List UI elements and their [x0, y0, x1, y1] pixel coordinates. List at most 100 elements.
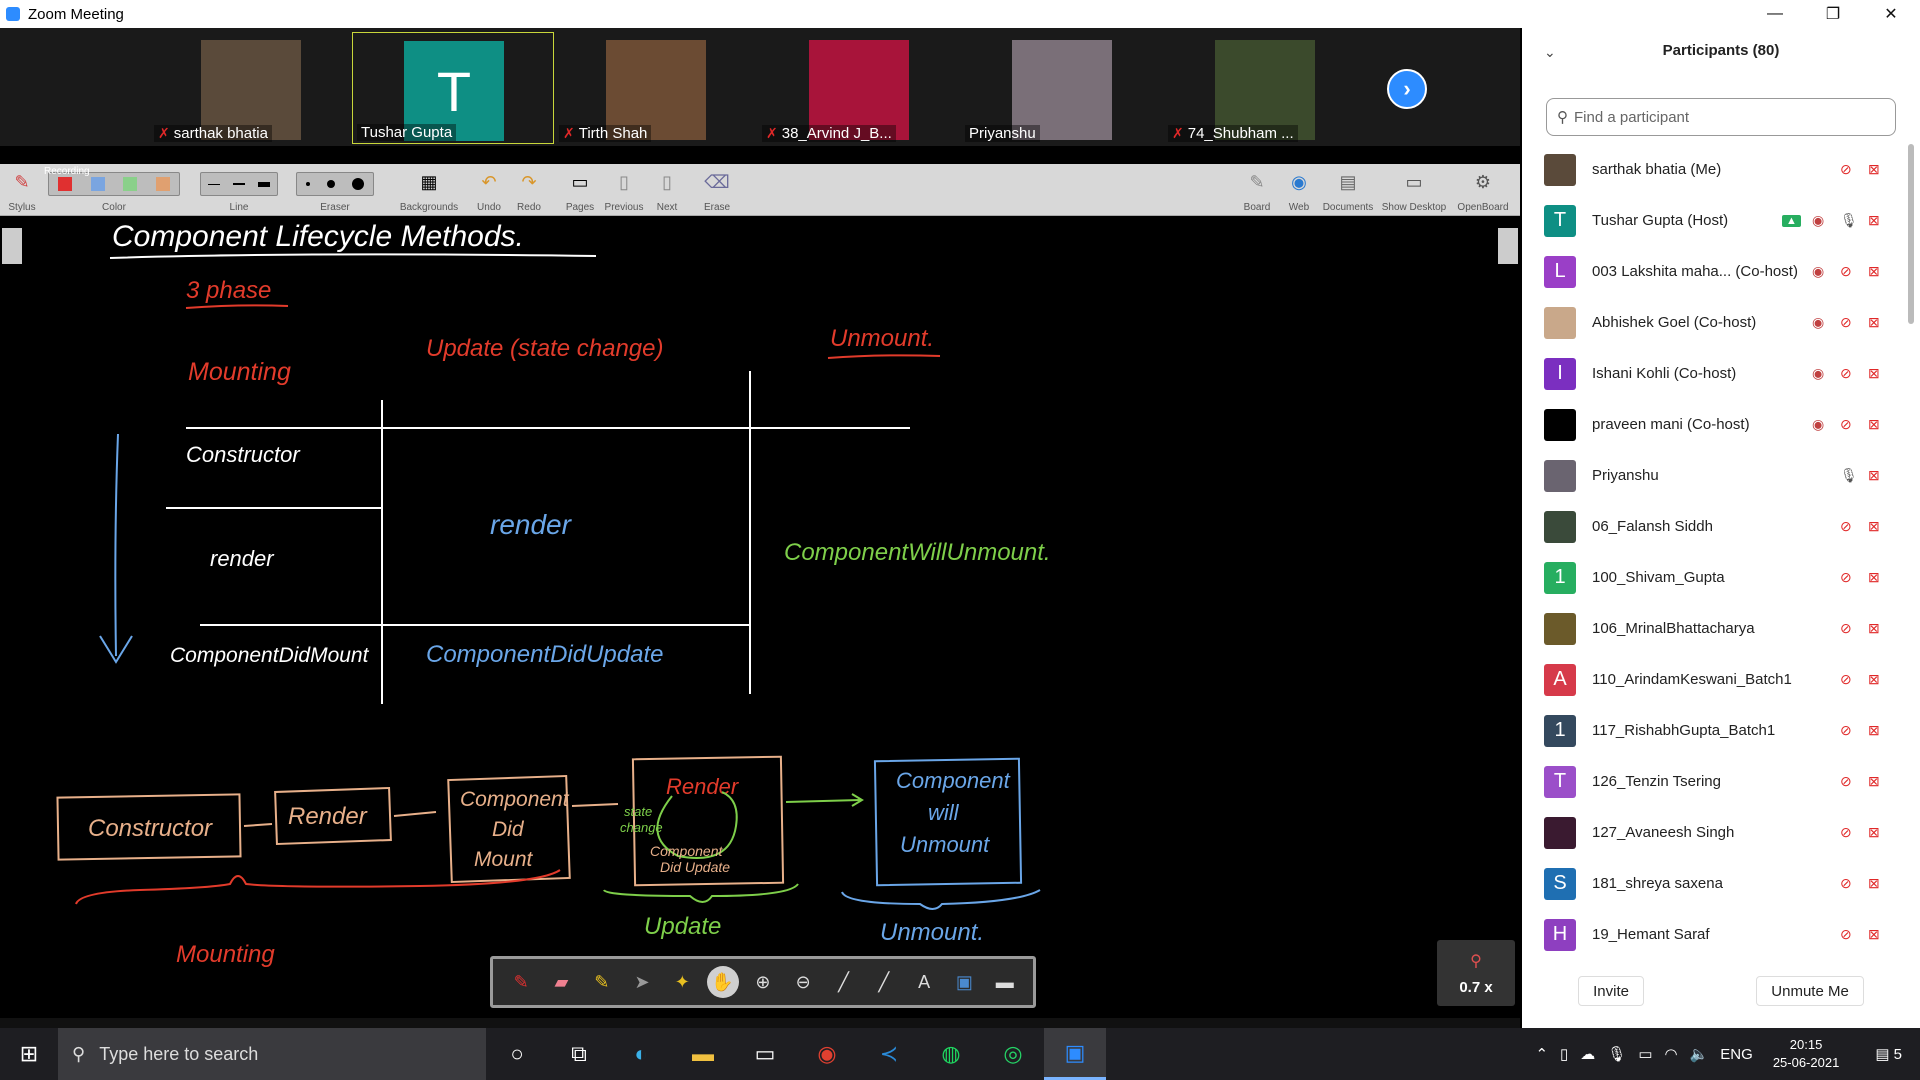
taskbar-search-box[interactable]: ⚲ Type here to search [58, 1028, 486, 1080]
spotify-icon[interactable]: ◍ [920, 1028, 982, 1080]
participant-row[interactable]: sarthak bhatia (Me) ⊘ ⊠ [1522, 144, 1902, 195]
participant-row[interactable]: T 126_Tenzin Tsering ⊘ ⊠ [1522, 756, 1902, 807]
eraser-large[interactable] [352, 178, 365, 190]
mic-muted-icon[interactable]: ⊘ [1840, 569, 1852, 586]
participant-row[interactable]: H 19_Hemant Saraf ⊘ ⊠ [1522, 909, 1902, 960]
mic-icon[interactable]: 🎙 [1840, 212, 1858, 229]
show-desktop-button[interactable]: ▭ Show Desktop [1380, 164, 1448, 216]
video-tile[interactable]: ✗ sarthak bhatia [150, 32, 352, 144]
mic-muted-icon[interactable]: ⊘ [1840, 620, 1852, 637]
mic-tray-icon[interactable]: 🎙 [1607, 1045, 1626, 1063]
pointer-icon[interactable]: ➤ [626, 966, 658, 998]
mic-muted-icon[interactable]: ⊘ [1840, 416, 1852, 433]
video-tile[interactable]: ✗ 38_Arvind J_B... [758, 32, 960, 144]
pages-button[interactable]: ▭ Pages [562, 164, 598, 216]
unmute-me-button[interactable]: Unmute Me [1756, 976, 1864, 1006]
participant-row[interactable]: Abhishek Goel (Co-host) ◉ ⊘ ⊠ [1522, 297, 1902, 348]
openboard-button[interactable]: ⚙ OpenBoard [1450, 164, 1516, 216]
zoom-out-icon[interactable]: ⊖ [787, 966, 819, 998]
mic-muted-icon[interactable]: ⊘ [1840, 365, 1852, 382]
tray-device-icon[interactable]: ▯ [1560, 1045, 1568, 1063]
video-off-icon[interactable]: ⊠ [1868, 722, 1880, 739]
video-off-icon[interactable]: ⊠ [1868, 875, 1880, 892]
video-off-icon[interactable]: ⊠ [1868, 314, 1880, 331]
whatsapp-icon[interactable]: ◎ [982, 1028, 1044, 1080]
participant-scrollbar[interactable] [1908, 144, 1914, 324]
line-thin[interactable] [207, 183, 220, 185]
video-off-icon[interactable]: ⊠ [1868, 263, 1880, 280]
participant-row[interactable]: Priyanshu 🎙 ⊠ [1522, 450, 1902, 501]
participant-row[interactable]: 106_MrinalBhattacharya ⊘ ⊠ [1522, 603, 1902, 654]
next-button[interactable]: ▯ Next [650, 164, 684, 216]
cortana-icon[interactable]: ○ [486, 1028, 548, 1080]
eraser-medium[interactable] [326, 180, 335, 188]
participant-row[interactable]: 1 117_RishabhGupta_Batch1 ⊘ ⊠ [1522, 705, 1902, 756]
keyboard-icon[interactable]: ▬ [989, 966, 1021, 998]
battery-icon[interactable]: ▭ [1638, 1045, 1652, 1063]
participant-row[interactable]: A 110_ArindamKeswani_Batch1 ⊘ ⊠ [1522, 654, 1902, 705]
eraser-icon[interactable]: ▰ [545, 966, 577, 998]
mic-muted-icon[interactable]: ⊘ [1840, 263, 1852, 280]
close-button[interactable]: ✕ [1862, 0, 1920, 28]
undo-button[interactable]: ↶ Undo [472, 164, 506, 216]
chrome-icon[interactable]: ◉ [796, 1028, 858, 1080]
mic-muted-icon[interactable]: ⊘ [1840, 875, 1852, 892]
task-view-icon[interactable]: ⧉ [548, 1028, 610, 1080]
vscode-icon[interactable]: ≺ [858, 1028, 920, 1080]
video-tile[interactable]: Priyanshu [961, 32, 1163, 144]
line-width[interactable]: Line [196, 164, 282, 216]
minimize-button[interactable]: — [1746, 0, 1804, 28]
video-tile[interactable]: ✗ Tirth Shah [555, 32, 757, 144]
participant-row[interactable]: praveen mani (Co-host) ◉ ⊘ ⊠ [1522, 399, 1902, 450]
mic-muted-icon[interactable]: ⊘ [1840, 722, 1852, 739]
video-off-icon[interactable]: ⊠ [1868, 212, 1880, 229]
file-explorer-icon[interactable]: ▬ [672, 1028, 734, 1080]
notification-icon[interactable]: ▤ 5 [1875, 1045, 1902, 1063]
line-medium[interactable] [232, 183, 245, 185]
participant-row[interactable]: T Tushar Gupta (Host) ▲ ◉ 🎙 ⊠ [1522, 195, 1902, 246]
capture-icon[interactable]: ▣ [948, 966, 980, 998]
mic-icon[interactable]: 🎙 [1840, 467, 1858, 484]
mic-muted-icon[interactable]: ⊘ [1840, 773, 1852, 790]
video-off-icon[interactable]: ⊠ [1868, 773, 1880, 790]
erase-button[interactable]: ⌫ Erase [700, 164, 734, 216]
participant-row[interactable]: I Ishani Kohli (Co-host) ◉ ⊘ ⊠ [1522, 348, 1902, 399]
mic-muted-icon[interactable]: ⊘ [1840, 161, 1852, 178]
video-tile[interactable]: ✗ 74_Shubham ... [1164, 32, 1366, 144]
redo-button[interactable]: ↷ Redo [512, 164, 546, 216]
documents-button[interactable]: ▤ Documents [1320, 164, 1376, 216]
backgrounds-button[interactable]: ▦ Backgrounds [396, 164, 462, 216]
video-off-icon[interactable]: ⊠ [1868, 824, 1880, 841]
green-swatch[interactable] [123, 177, 138, 191]
mic-muted-icon[interactable]: ⊘ [1840, 671, 1852, 688]
board-button[interactable]: ✎ Board [1238, 164, 1276, 216]
video-off-icon[interactable]: ⊠ [1868, 569, 1880, 586]
eraser-size[interactable]: Eraser [292, 164, 378, 216]
tray-chevron-icon[interactable]: ⌃ [1535, 1045, 1548, 1063]
video-off-icon[interactable]: ⊠ [1868, 926, 1880, 943]
video-off-icon[interactable]: ⊠ [1868, 416, 1880, 433]
text-tool-icon[interactable]: A [908, 966, 940, 998]
participant-row[interactable]: 1 100_Shivam_Gupta ⊘ ⊠ [1522, 552, 1902, 603]
ruler-icon[interactable]: ╱ [868, 966, 900, 998]
video-off-icon[interactable]: ⊠ [1868, 518, 1880, 535]
volume-icon[interactable]: 🔈 [1690, 1045, 1709, 1063]
line-width-options[interactable] [200, 172, 278, 196]
wifi-icon[interactable]: ◠ [1665, 1045, 1678, 1063]
web-button[interactable]: ◉ Web [1282, 164, 1316, 216]
eraser-small[interactable] [305, 182, 310, 186]
red-swatch[interactable] [58, 177, 73, 191]
color-picker[interactable]: Recording Color [44, 164, 184, 216]
whiteboard-canvas[interactable]: Component Lifecycle Methods. 3 phase Mou… [0, 216, 1520, 1048]
participant-row[interactable]: S 181_shreya saxena ⊘ ⊠ [1522, 858, 1902, 909]
windows-start-icon[interactable]: ⊞ [0, 1028, 58, 1080]
language-indicator[interactable]: ENG [1720, 1046, 1753, 1063]
previous-button[interactable]: ▯ Previous [604, 164, 644, 216]
mic-muted-icon[interactable]: ⊘ [1840, 926, 1852, 943]
invite-button[interactable]: Invite [1578, 976, 1644, 1006]
participant-row[interactable]: 127_Avaneesh Singh ⊘ ⊠ [1522, 807, 1902, 858]
pen-icon[interactable]: ✎ [505, 966, 537, 998]
edge-icon[interactable]: ◐ [610, 1028, 672, 1080]
line-thick[interactable] [258, 181, 271, 187]
clock[interactable]: 20:15 25-06-2021 [1773, 1036, 1840, 1072]
